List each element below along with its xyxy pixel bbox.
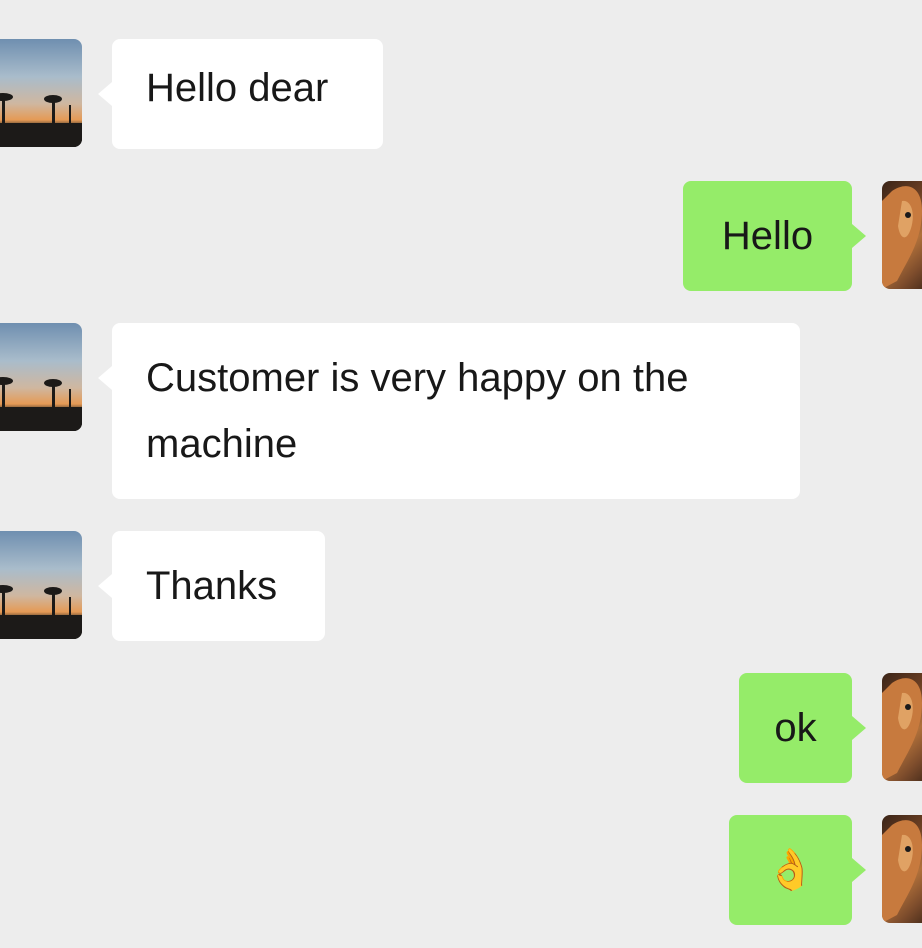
message-bubble[interactable]: ok (739, 673, 852, 783)
message-text: Hello dear (146, 66, 329, 110)
message-bubble[interactable]: Thanks (112, 531, 325, 641)
self-avatar[interactable] (882, 815, 922, 923)
sunset-baobab-icon (0, 585, 82, 639)
animal-avatar-icon (882, 186, 922, 289)
bubble-tail (852, 224, 866, 248)
message-text: Thanks (146, 564, 278, 608)
self-avatar[interactable] (882, 673, 922, 781)
bubble-tail (852, 716, 866, 740)
message-bubble[interactable]: Hello dear (112, 39, 383, 149)
animal-avatar-icon (882, 678, 922, 781)
bubble-tail (852, 858, 866, 882)
bubble-tail (98, 574, 112, 598)
bubble-tail (98, 366, 112, 390)
animal-avatar-icon (882, 820, 922, 923)
contact-avatar[interactable] (0, 39, 82, 147)
ok-hand-emoji-icon: 👌 (765, 848, 816, 892)
self-avatar[interactable] (882, 181, 922, 289)
message-bubble[interactable]: 👌 (729, 815, 852, 925)
message-text: Hello (721, 214, 814, 258)
contact-avatar[interactable] (0, 531, 82, 639)
message-text: ok (774, 706, 817, 750)
contact-avatar[interactable] (0, 323, 82, 431)
message-text: Customer is very happy on the machine (146, 356, 689, 466)
sunset-baobab-icon (0, 93, 82, 147)
sunset-baobab-icon (0, 377, 82, 431)
message-bubble[interactable]: Customer is very happy on the machine (112, 323, 800, 499)
message-bubble[interactable]: Hello (683, 181, 852, 291)
bubble-tail (98, 82, 112, 106)
